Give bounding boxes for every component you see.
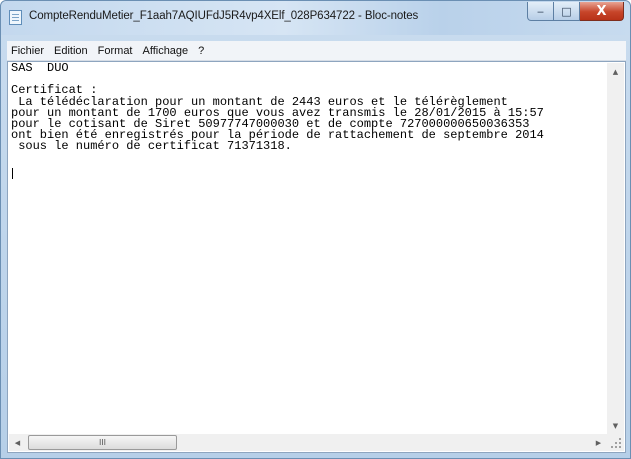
menu-format[interactable]: Format — [93, 45, 138, 57]
editor-frame: SAS DUO Certificat : La télédéclaration … — [7, 61, 626, 453]
text-cursor — [12, 168, 13, 179]
horizontal-scrollbar[interactable]: ◀ III ▶ — [9, 434, 607, 451]
maximize-button[interactable]: □ — [554, 2, 580, 21]
minimize-button[interactable]: ‒ — [527, 2, 554, 21]
menu-affichage[interactable]: Affichage — [138, 45, 194, 57]
minimize-icon: ‒ — [537, 4, 544, 18]
menu-fichier[interactable]: Fichier — [7, 45, 49, 57]
scroll-up-icon[interactable]: ▲ — [607, 63, 624, 80]
text-editor[interactable]: SAS DUO Certificat : La télédéclaration … — [9, 63, 607, 434]
maximize-icon: □ — [561, 4, 572, 18]
notepad-icon[interactable] — [9, 10, 22, 25]
menu-help[interactable]: ? — [193, 45, 209, 57]
scroll-left-icon[interactable]: ◀ — [9, 434, 26, 451]
document-text[interactable]: SAS DUO Certificat : La télédéclaration … — [9, 63, 607, 153]
close-button[interactable]: X — [580, 2, 624, 21]
caption-buttons: ‒ □ X — [527, 2, 624, 21]
menu-bar: Fichier Edition Format Affichage ? — [7, 41, 626, 61]
horizontal-scroll-thumb[interactable]: III — [28, 435, 177, 450]
notepad-window: CompteRenduMetier_F1aah7AQIUFdJ5R4vp4XEl… — [0, 0, 631, 459]
resize-grip-icon[interactable] — [607, 434, 624, 451]
title-bar[interactable]: CompteRenduMetier_F1aah7AQIUFdJ5R4vp4XEl… — [1, 1, 630, 35]
vertical-scrollbar[interactable]: ▲ ▼ — [607, 63, 624, 434]
menu-edition[interactable]: Edition — [49, 45, 93, 57]
thumb-grip-icon: III — [98, 438, 107, 447]
scroll-right-icon[interactable]: ▶ — [590, 434, 607, 451]
close-icon: X — [596, 3, 607, 19]
scroll-down-icon[interactable]: ▼ — [607, 417, 624, 434]
window-title: CompteRenduMetier_F1aah7AQIUFdJ5R4vp4XEl… — [29, 10, 419, 22]
